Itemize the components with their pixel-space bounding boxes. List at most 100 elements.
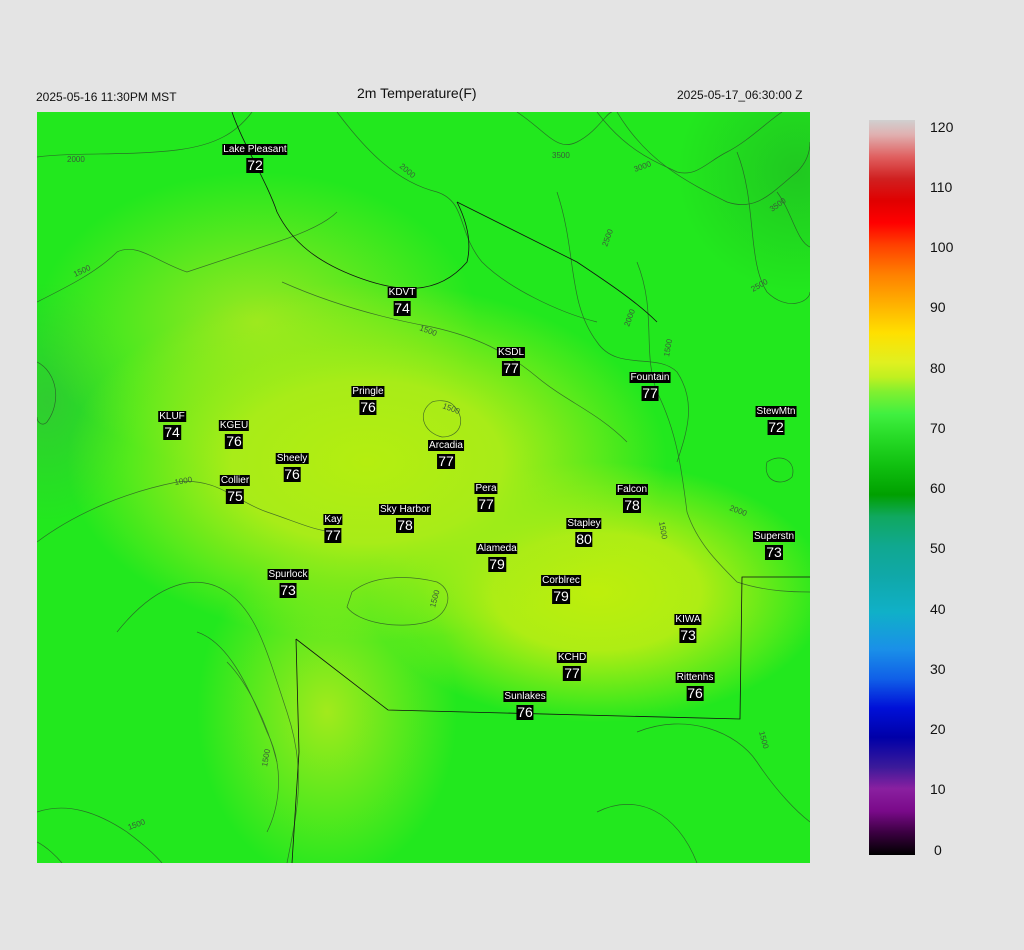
colorbar-label: 50 bbox=[930, 540, 946, 556]
station-pera[interactable]: Pera 77 bbox=[474, 478, 498, 512]
station-collier[interactable]: Collier 75 bbox=[219, 470, 251, 504]
station-sunlakes[interactable]: Sunlakes 76 bbox=[503, 686, 547, 720]
station-name: Spurlock bbox=[267, 569, 309, 580]
station-temp: 73 bbox=[679, 627, 697, 643]
station-temp: 77 bbox=[563, 665, 581, 681]
station-name: Sunlakes bbox=[503, 691, 547, 702]
station-kay[interactable]: Kay 77 bbox=[323, 509, 343, 543]
station-fountain[interactable]: Fountain 77 bbox=[629, 367, 671, 401]
station-temp: 72 bbox=[767, 419, 785, 435]
station-temp: 77 bbox=[477, 496, 495, 512]
station-name: Sky Harbor bbox=[378, 504, 432, 515]
station-name: KGEU bbox=[218, 420, 250, 431]
station-kgeu[interactable]: KGEU 76 bbox=[218, 415, 250, 449]
station-temp: 72 bbox=[246, 157, 264, 173]
colorbar-label: 90 bbox=[930, 299, 946, 315]
station-temp: 78 bbox=[396, 517, 414, 533]
station-temp: 76 bbox=[225, 433, 243, 449]
colorbar-label: 70 bbox=[930, 420, 946, 436]
colorbar-label: 20 bbox=[930, 721, 946, 737]
station-rittenhs[interactable]: Rittenhs 76 bbox=[675, 667, 715, 701]
temperature-map[interactable]: 2000 2000 3500 3000 3500 2500 2000 2500 … bbox=[37, 112, 810, 863]
station-kiwa[interactable]: KIWA 73 bbox=[674, 609, 702, 643]
station-temp: 77 bbox=[437, 453, 455, 469]
station-name: Collier bbox=[219, 475, 251, 486]
station-name: Arcadia bbox=[428, 440, 464, 451]
contour-label: 1500 bbox=[662, 338, 674, 358]
station-kdvt[interactable]: KDVT 74 bbox=[387, 282, 417, 316]
station-sky-harbor[interactable]: Sky Harbor 78 bbox=[378, 499, 432, 533]
valid-time-utc: 2025-05-17_06:30:00 Z bbox=[677, 88, 803, 102]
contour-label: 1500 bbox=[260, 748, 272, 768]
station-name: Pringle bbox=[351, 386, 385, 397]
station-temp: 78 bbox=[623, 497, 641, 513]
station-temp: 77 bbox=[502, 360, 520, 376]
colorbar-label: 80 bbox=[930, 360, 946, 376]
colorbar-label: 120 bbox=[930, 119, 954, 135]
station-kluf[interactable]: KLUF 74 bbox=[158, 406, 186, 440]
contour-label: 3000 bbox=[633, 159, 653, 174]
contour-label: 1500 bbox=[441, 401, 461, 416]
contour-label: 2000 bbox=[728, 503, 748, 518]
valid-time-local: 2025-05-16 11:30PM MST bbox=[36, 90, 177, 104]
map-title: 2m Temperature(F) bbox=[357, 85, 477, 101]
contour-label: 1500 bbox=[757, 730, 770, 750]
station-name: Stapley bbox=[566, 518, 602, 529]
contour-label: 3500 bbox=[552, 151, 570, 160]
station-temp: 74 bbox=[393, 300, 411, 316]
temperature-colorbar bbox=[869, 120, 915, 855]
station-name: Pera bbox=[474, 483, 498, 494]
station-temp: 77 bbox=[641, 385, 659, 401]
station-temp: 76 bbox=[283, 466, 301, 482]
station-name: KSDL bbox=[496, 347, 526, 358]
station-name: KLUF bbox=[158, 411, 186, 422]
station-name: Superstn bbox=[752, 531, 796, 542]
station-temp: 80 bbox=[575, 531, 593, 547]
colorbar-label: 0 bbox=[934, 842, 942, 858]
station-temp: 73 bbox=[279, 582, 297, 598]
station-temp: 79 bbox=[488, 556, 506, 572]
station-temp: 74 bbox=[163, 424, 181, 440]
station-name: Rittenhs bbox=[675, 672, 715, 683]
terrain-contours: 2000 2000 3500 3000 3500 2500 2000 2500 … bbox=[37, 112, 810, 863]
contour-label: 2000 bbox=[398, 162, 418, 181]
station-temp: 73 bbox=[765, 544, 783, 560]
station-temp: 76 bbox=[359, 399, 377, 415]
station-corblrec[interactable]: Corblrec 79 bbox=[541, 570, 581, 604]
station-kchd[interactable]: KCHD 77 bbox=[556, 647, 588, 681]
station-falcon[interactable]: Falcon 78 bbox=[615, 479, 649, 513]
station-name: Corblrec bbox=[541, 575, 581, 586]
station-name: Sheely bbox=[275, 453, 309, 464]
contour-label: 1500 bbox=[657, 521, 669, 541]
station-name: Lake Pleasant bbox=[222, 144, 288, 155]
station-ksdl[interactable]: KSDL 77 bbox=[496, 342, 526, 376]
station-arcadia[interactable]: Arcadia 77 bbox=[428, 435, 464, 469]
station-pringle[interactable]: Pringle 76 bbox=[351, 381, 385, 415]
station-lake-pleasant[interactable]: Lake Pleasant 72 bbox=[222, 139, 288, 173]
colorbar-label: 10 bbox=[930, 781, 946, 797]
station-stewmtn[interactable]: StewMtn 72 bbox=[755, 401, 797, 435]
station-temp: 79 bbox=[552, 588, 570, 604]
station-superstn[interactable]: Superstn 73 bbox=[752, 526, 796, 560]
colorbar-label: 100 bbox=[930, 239, 954, 255]
contour-label: 3500 bbox=[768, 196, 788, 214]
station-sheely[interactable]: Sheely 76 bbox=[275, 448, 309, 482]
contour-label: 1500 bbox=[428, 588, 441, 608]
station-name: Fountain bbox=[629, 372, 671, 383]
station-alameda[interactable]: Alameda 79 bbox=[476, 538, 518, 572]
contour-label: 1500 bbox=[418, 323, 438, 338]
contour-label: 1000 bbox=[174, 475, 194, 487]
contour-label: 2000 bbox=[67, 155, 85, 164]
station-temp: 76 bbox=[516, 704, 534, 720]
station-name: KCHD bbox=[556, 652, 588, 663]
station-name: KDVT bbox=[387, 287, 417, 298]
station-spurlock[interactable]: Spurlock 73 bbox=[267, 564, 309, 598]
colorbar-label: 60 bbox=[930, 480, 946, 496]
station-stapley[interactable]: Stapley 80 bbox=[566, 513, 602, 547]
contour-label: 1500 bbox=[72, 263, 92, 279]
contour-label: 1500 bbox=[127, 817, 147, 832]
contour-label: 2500 bbox=[600, 227, 615, 247]
colorbar-label: 40 bbox=[930, 601, 946, 617]
contour-label: 2000 bbox=[622, 307, 637, 327]
station-name: Alameda bbox=[476, 543, 518, 554]
